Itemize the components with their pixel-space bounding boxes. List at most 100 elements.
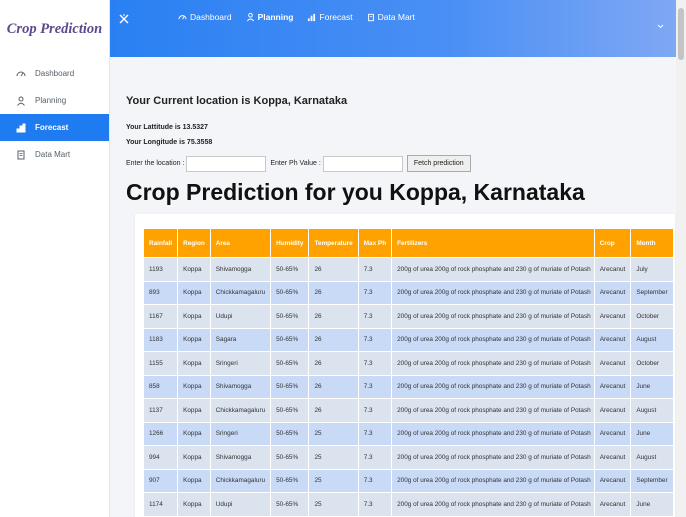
table-cell: 50-65% (270, 374, 310, 399)
dashboard-icon (16, 69, 26, 79)
fetch-prediction-button[interactable]: Fetch prediction (406, 155, 471, 172)
table-cell: 25 (308, 421, 359, 446)
table-cell: Koppa (177, 304, 211, 329)
table-cell: Koppa (177, 351, 211, 376)
prediction-form: Enter the location : Enter Ph Value : Fe… (126, 155, 471, 172)
scrollbar-thumb[interactable] (678, 8, 684, 60)
table-cell: Sagara (209, 327, 272, 352)
location-input[interactable] (186, 155, 267, 172)
dashboard-icon (178, 15, 187, 20)
table-cell: Koppa (177, 492, 211, 517)
topnav-forecast[interactable]: Forecast (307, 12, 353, 22)
table-cell: 200g of urea 200g of rock phosphate and … (391, 398, 595, 423)
table-cell: 50-65% (270, 421, 310, 446)
topnav-dashboard[interactable]: Dashboard (178, 12, 232, 22)
column-header: Fertilizers (391, 228, 595, 258)
table-cell: June (630, 492, 674, 517)
table-row: 1193 Koppa Shivamogga 50-65% 26 7.3 200g of ur… (142, 257, 674, 282)
table-cell: 26 (308, 374, 359, 399)
table-cell: 1155 (142, 351, 179, 376)
table-cell: 994 (142, 445, 179, 470)
table-cell: 7.3 (357, 492, 393, 517)
table-cell: 50-65% (270, 257, 310, 282)
table-cell: August (630, 445, 674, 470)
table-cell: 200g of urea 200g of rock phosphate and … (391, 351, 595, 376)
table-row: 1137 Koppa Chickkamagaluru 50-65% 26 7.3 200g … (142, 398, 674, 423)
topnav-label: Planning (257, 12, 294, 22)
table-cell: Arecanut (593, 351, 632, 376)
table-row: 907 Koppa Chickkamagaluru 50-65% 25 7.3 200g o… (142, 468, 674, 493)
prediction-card: Rainfall Region Area Humidity Temperatur… (135, 214, 675, 517)
table-cell: 50-65% (270, 398, 310, 423)
table-cell: Arecanut (593, 398, 632, 423)
table-cell: September (630, 468, 674, 493)
location-label: Enter the location : (126, 160, 185, 167)
column-header: Humidity (270, 228, 310, 258)
table-cell: 50-65% (270, 445, 310, 470)
column-header: Region (177, 228, 211, 258)
table-cell: 25 (308, 492, 359, 517)
sidebar-item-dashboard[interactable]: Dashboard (0, 60, 109, 87)
table-cell: 26 (308, 304, 359, 329)
table-cell: 907 (142, 468, 179, 493)
sidebar-item-forecast[interactable]: Forecast (0, 114, 109, 141)
table-cell: 26 (308, 280, 359, 305)
table-row: 1174 Koppa Udupi 50-65% 25 7.3 200g of urea 20… (142, 492, 674, 517)
sidebar-item-planning[interactable]: Planning (0, 87, 109, 114)
table-row: 893 Koppa Chickkamagaluru 50-65% 26 7.3 200g o… (142, 280, 674, 305)
brand-logo[interactable]: Crop Prediction (0, 0, 109, 58)
table-cell: 1174 (142, 492, 179, 517)
table-cell: 50-65% (270, 304, 310, 329)
table-cell: Koppa (177, 421, 211, 446)
latitude-text: Your Lattitude is 13.5327 (126, 124, 208, 131)
table-cell: 7.3 (357, 257, 393, 282)
topnav-label: Forecast (319, 12, 353, 22)
table-cell: Udupi (209, 304, 272, 329)
table-cell: 1266 (142, 421, 179, 446)
table-cell: Koppa (177, 327, 211, 352)
table-cell: Sringeri (209, 351, 272, 376)
sidebar-toggle-icon[interactable] (119, 11, 129, 29)
ph-input[interactable] (322, 155, 403, 172)
table-cell: 7.3 (357, 445, 393, 470)
top-navbar: Dashboard Planning Forecast Data Mart (110, 0, 676, 57)
table-cell: 7.3 (357, 304, 393, 329)
table-body: 1193 Koppa Shivamogga 50-65% 26 7.3 200g of ur… (142, 257, 674, 517)
table-cell: Koppa (177, 445, 211, 470)
scrollbar[interactable] (676, 0, 686, 517)
table-cell: 50-65% (270, 492, 310, 517)
table-cell: 7.3 (357, 468, 393, 493)
table-cell: 50-65% (270, 280, 310, 305)
table-row: 858 Koppa Shivamogga 50-65% 26 7.3 200g of ure… (142, 374, 674, 399)
table-cell: 25 (308, 445, 359, 470)
table-cell: Shivamogga (209, 257, 272, 282)
table-row: 994 Koppa Shivamogga 50-65% 25 7.3 200g of ure… (142, 445, 674, 470)
table-cell: Chickkamagaluru (209, 468, 272, 493)
table-cell: June (630, 421, 674, 446)
table-cell: 200g of urea 200g of rock phosphate and … (391, 280, 595, 305)
table-cell: 200g of urea 200g of rock phosphate and … (391, 374, 595, 399)
table-cell: 200g of urea 200g of rock phosphate and … (391, 304, 595, 329)
table-cell: Arecanut (593, 492, 632, 517)
topnav-planning[interactable]: Planning (246, 12, 294, 22)
table-cell: Arecanut (593, 304, 632, 329)
document-icon (16, 150, 26, 160)
sidebar-item-data-mart[interactable]: Data Mart (0, 141, 109, 168)
longitude-text: Your Longitude is 75.3558 (126, 139, 213, 146)
table-cell: 26 (308, 257, 359, 282)
table-cell: Chickkamagaluru (209, 398, 272, 423)
column-header: Temperature (308, 228, 359, 258)
sidebar-item-label: Planning (35, 96, 67, 105)
sidebar-item-label: Forecast (35, 123, 69, 132)
topnav-data-mart[interactable]: Data Mart (367, 12, 415, 22)
topnav-label: Data Mart (377, 12, 415, 22)
chevron-down-icon[interactable] (657, 16, 664, 34)
table-cell: 200g of urea 200g of rock phosphate and … (391, 492, 595, 517)
table-cell: Arecanut (593, 421, 632, 446)
column-header: Max Ph (357, 228, 393, 258)
table-cell: 50-65% (270, 327, 310, 352)
sidebar: Crop Prediction Dashboard Planning Forec… (0, 0, 110, 517)
table-cell: 50-65% (270, 468, 310, 493)
table-cell: 1137 (142, 398, 179, 423)
table-cell: Arecanut (593, 257, 632, 282)
